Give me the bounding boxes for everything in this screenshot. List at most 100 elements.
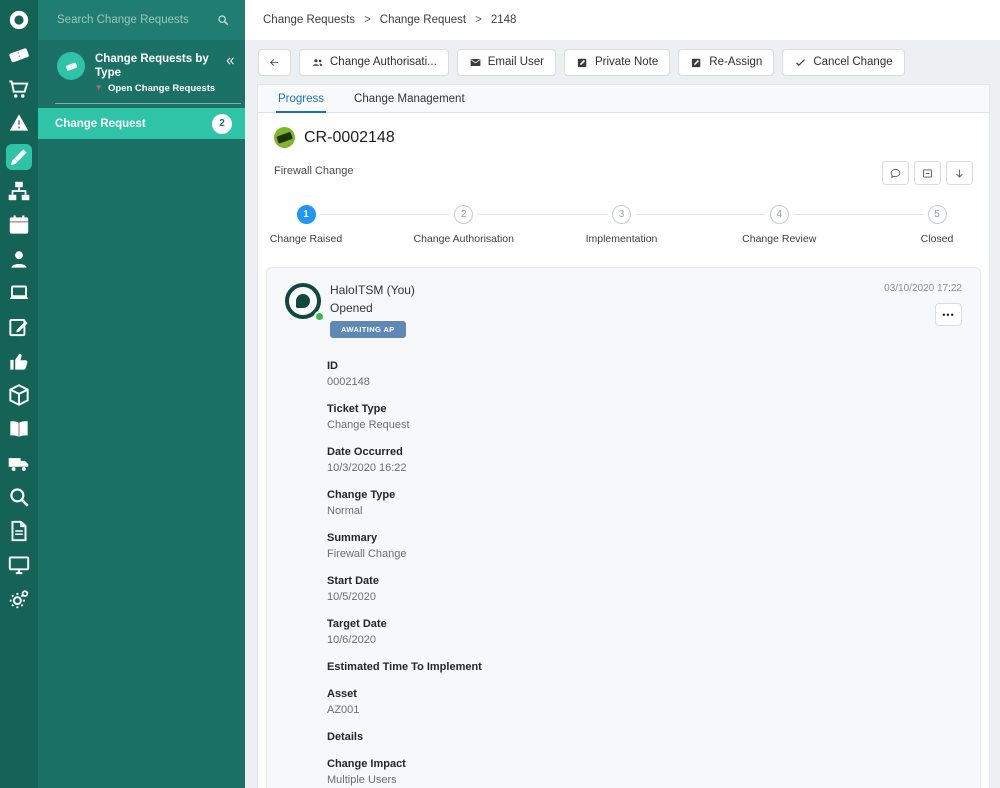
ticket-icon (64, 59, 79, 74)
count-badge: 2 (212, 113, 232, 134)
step-circle: 4 (769, 205, 789, 224)
rail-item-product-box[interactable] (6, 382, 32, 408)
rail-item-cart[interactable] (6, 76, 32, 102)
sidebar-search-row (38, 0, 245, 40)
stepper-step-closed: 5 Closed (862, 205, 989, 245)
icon-rail (0, 0, 38, 788)
magnifier-icon (6, 484, 32, 510)
sidebar-item-change-request[interactable]: Change Request 2 (38, 108, 245, 139)
monitor-icon (6, 552, 32, 578)
truck-icon (6, 450, 32, 476)
breadcrumb-item[interactable]: Change Requests (263, 14, 355, 26)
breadcrumb-item[interactable]: Change Request (380, 14, 466, 26)
rail-item-monitor[interactable] (6, 552, 32, 578)
document-icon (6, 518, 32, 544)
field-row: Asset AZ001 (327, 688, 962, 717)
field-row: Start Date 10/5/2020 (327, 575, 962, 604)
search-input[interactable] (55, 13, 216, 27)
rail-item-truck[interactable] (6, 450, 32, 476)
app-window: Change Requests by Type Open Change Requ… (0, 0, 1000, 788)
rail-item-edit-pencil[interactable] (6, 144, 32, 170)
re-assign-button[interactable]: Re-Assign (678, 48, 775, 76)
gears-icon (6, 586, 32, 612)
rail-item-book-open[interactable] (6, 416, 32, 442)
calendar-icon (6, 212, 32, 238)
rail-item-laptop[interactable] (6, 280, 32, 306)
button-label: Email User (487, 56, 544, 68)
field-row: Date Occurred 10/3/2020 16:22 (327, 446, 962, 475)
breadcrumb: Change Requests > Change Request >2148 (245, 0, 1000, 40)
button-label: Cancel Change (813, 56, 893, 68)
field-value: 10/5/2020 (327, 591, 376, 603)
sitemap-icon (6, 178, 32, 204)
header-mini-buttons (882, 161, 973, 185)
edit-pencil-icon (6, 144, 32, 170)
breadcrumb-item[interactable]: 2148 (491, 14, 517, 26)
users-icon (311, 56, 324, 69)
stepper-step-change-review: 4 Change Review (704, 205, 854, 245)
rail-item-note-edit[interactable] (6, 314, 32, 340)
laptop-icon (6, 280, 32, 306)
cart-icon (6, 76, 32, 102)
field-value: 10/3/2020 16:22 (327, 462, 407, 474)
progress-stepper: 1 Change Raised 2 Change Authorisation 3 Impl… (270, 205, 973, 251)
rail-item-magnifier[interactable] (6, 484, 32, 510)
collapse-box-button[interactable] (914, 161, 941, 185)
stepper-step-change-raised: 1 Change Raised (258, 205, 381, 245)
rail-item-calendar[interactable] (6, 212, 32, 238)
field-row: Ticket Type Change Request (327, 403, 962, 432)
rail-item-ticket[interactable] (6, 42, 32, 68)
step-circle: 2 (454, 205, 474, 224)
field-row: ID 0002148 (327, 360, 962, 389)
step-label: Change Authorisation (413, 233, 514, 245)
sidebar-panel-header: Change Requests by Type Open Change Requ… (38, 40, 245, 94)
rail-item-user[interactable] (6, 246, 32, 272)
thumbs-up-icon (6, 348, 32, 374)
field-label: Date Occurred (327, 446, 403, 458)
field-value: 10/6/2020 (327, 634, 376, 646)
online-status-dot (314, 311, 325, 322)
field-list: ID 0002148 Ticket Type Change Request Date O… (327, 360, 962, 788)
chat-bubble-button[interactable] (882, 161, 909, 185)
toolbar: Change Authorisati... Email User Private N… (245, 40, 1000, 84)
rail-item-warning[interactable] (6, 110, 32, 136)
rail-item-document[interactable] (6, 518, 32, 544)
page-title: CR-0002148 (304, 128, 395, 146)
rail-item-thumbs-up[interactable] (6, 348, 32, 374)
magnifier-icon[interactable] (216, 13, 230, 27)
field-row: Change Type Normal (327, 489, 962, 518)
note-edit-icon (6, 314, 32, 340)
step-circle: 5 (927, 205, 947, 224)
avatar (285, 283, 325, 322)
entry-menu-button[interactable]: ••• (935, 303, 962, 326)
entry-action: Opened (330, 301, 373, 315)
field-row: Estimated Time To Implement (327, 661, 962, 674)
tab-change-management[interactable]: Change Management (352, 85, 467, 112)
back-button[interactable] (258, 48, 291, 76)
button-label: Re-Assign (709, 56, 763, 68)
step-label: Change Raised (269, 233, 343, 245)
field-label: Summary (327, 532, 378, 544)
user-icon (6, 246, 32, 272)
note-square-icon (690, 56, 703, 69)
tab-progress[interactable]: Progress (276, 85, 327, 113)
arrow-down-button[interactable] (946, 161, 973, 185)
sidebar-item-label: Change Request (55, 117, 146, 130)
field-value: 0002148 (327, 376, 370, 388)
chat-bubble-icon (889, 167, 902, 180)
field-row: Change Impact Multiple Users (327, 758, 962, 787)
rail-item-gears[interactable] (6, 586, 32, 612)
rail-item-sitemap[interactable] (6, 178, 32, 204)
chevrons-left-icon[interactable] (224, 54, 237, 68)
email-user-button[interactable]: Email User (456, 48, 556, 76)
step-label: Closed (920, 233, 954, 245)
ticket-icon (274, 127, 295, 148)
field-label: Change Impact (327, 758, 406, 770)
rail-icon-list (6, 42, 32, 620)
panel-subtitle-row[interactable]: Open Change Requests (95, 83, 224, 94)
change-authorisati-button[interactable]: Change Authorisati... (299, 48, 449, 76)
breadcrumb-separator: > (475, 14, 482, 26)
cancel-change-button[interactable]: Cancel Change (782, 48, 905, 76)
panel-title: Change Requests by Type (95, 53, 209, 79)
private-note-button[interactable]: Private Note (564, 48, 671, 76)
